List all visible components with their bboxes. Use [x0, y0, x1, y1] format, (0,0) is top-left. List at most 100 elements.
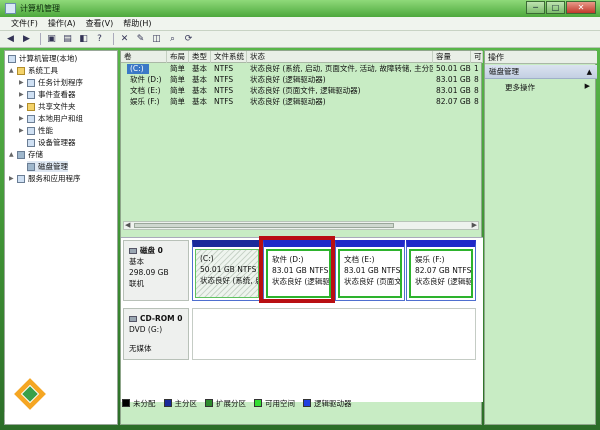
actions-section-disk-management[interactable]: 磁盘管理 ▲: [485, 65, 597, 79]
cdrom-icon: [129, 316, 137, 322]
partition-c[interactable]: (C:) 50.01 GB NTFS 状态良好 (系统, 启动: [192, 240, 262, 301]
expand-icon[interactable]: ▶: [9, 173, 15, 184]
menu-help[interactable]: 帮助(H): [118, 17, 156, 30]
column-header-layout[interactable]: 布局: [167, 51, 189, 63]
open-icon[interactable]: ◫: [150, 33, 163, 45]
collapse-up-icon[interactable]: ▲: [587, 65, 592, 79]
navigation-tree: 计算机管理(本地) ▲ 系统工具 ▶ 任务计划程序 ▶ 事件查看器 ▶ 共享文件…: [4, 50, 118, 425]
delete-icon[interactable]: ✕: [118, 33, 131, 45]
tree-item-shared-folders[interactable]: ▶ 共享文件夹: [19, 101, 76, 112]
volume-status: 状态良好 (页面文件, 逻辑驱动器): [250, 86, 361, 95]
partition-f[interactable]: 娱乐 (F:) 82.07 GB NTFS 状态良好 (逻辑驱: [406, 240, 476, 301]
cdrom-0-info[interactable]: CD-ROM 0 DVD (G:) 无媒体: [123, 308, 189, 360]
collapse-icon[interactable]: ▲: [9, 65, 15, 76]
column-header-volume[interactable]: 卷: [121, 51, 167, 63]
tree-item-label: 本地用户和组: [38, 114, 83, 123]
legend-swatch: [205, 399, 213, 407]
tree-item-event-viewer[interactable]: ▶ 事件查看器: [19, 89, 76, 100]
disk-0-info[interactable]: 磁盘 0 基本 298.09 GB 联机: [123, 240, 189, 301]
tree-item-label: 磁盘管理: [38, 162, 68, 171]
volume-type: 基本: [192, 86, 207, 95]
volume-capacity: 83.01 GB: [436, 86, 471, 95]
computer-management-window: 计算机管理 ─ □ ✕ 文件(F) 操作(A) 查看(V) 帮助(H) ◀ ▶ …: [0, 0, 600, 430]
minimize-button[interactable]: ─: [526, 1, 545, 14]
legend-label: 逻辑驱动器: [314, 398, 352, 408]
close-button[interactable]: ✕: [566, 1, 596, 14]
expand-icon[interactable]: ▶: [19, 113, 25, 124]
expand-icon[interactable]: ▶: [19, 101, 25, 112]
partition-status: 状态良好 (页面文件: [344, 277, 402, 286]
menu-bar: 文件(F) 操作(A) 查看(V) 帮助(H): [0, 17, 600, 31]
menu-view[interactable]: 查看(V): [81, 17, 119, 30]
disk-status: 联机: [129, 279, 144, 288]
tree-item-label: 存储: [28, 150, 43, 159]
volume-free: 1: [474, 64, 479, 73]
expand-icon[interactable]: ▶: [19, 125, 25, 136]
search-icon[interactable]: ⌕: [166, 33, 179, 45]
refresh-icon[interactable]: ⟳: [182, 33, 195, 45]
volume-row[interactable]: 软件 (D:) 简单 基本 NTFS 状态良好 (逻辑驱动器) 83.01 GB…: [121, 75, 483, 85]
tree-item-label: 设备管理器: [38, 138, 76, 147]
partition-name: (C:): [200, 254, 214, 263]
tree-item-local-users[interactable]: ▶ 本地用户和组: [19, 113, 83, 124]
expand-icon[interactable]: ▶: [19, 89, 25, 100]
app-icon: [5, 3, 16, 14]
volume-layout: 简单: [170, 64, 185, 73]
back-icon[interactable]: ◀: [4, 33, 17, 45]
legend: 未分配 主分区 扩展分区 可用空间 逻辑驱动器: [122, 396, 482, 410]
disk-layout-area: 磁盘 0 基本 298.09 GB 联机 (C:) 50.01 GB NTFS …: [121, 236, 483, 402]
scroll-right-icon[interactable]: ▶: [472, 221, 477, 229]
selection-highlight: [259, 236, 335, 303]
scroll-left-icon[interactable]: ◀: [125, 221, 130, 229]
maximize-button[interactable]: □: [546, 1, 565, 14]
legend-item: 未分配: [122, 398, 156, 409]
rename-icon[interactable]: ✎: [134, 33, 147, 45]
column-header-capacity[interactable]: 容量: [433, 51, 471, 63]
horizontal-scrollbar[interactable]: ◀ ▶: [123, 221, 479, 230]
volume-row[interactable]: (C:) 简单 基本 NTFS 状态良好 (系统, 启动, 页面文件, 活动, …: [121, 64, 483, 74]
tree-item-disk-management[interactable]: 磁盘管理: [27, 161, 68, 172]
menu-action[interactable]: 操作(A): [43, 17, 81, 30]
volume-filesystem: NTFS: [214, 86, 234, 95]
column-header-type[interactable]: 类型: [189, 51, 211, 63]
volume-row[interactable]: 娱乐 (F:) 简单 基本 NTFS 状态良好 (逻辑驱动器) 82.07 GB…: [121, 97, 483, 107]
tree-item-device-manager[interactable]: 设备管理器: [27, 137, 76, 148]
clock-icon: [27, 78, 35, 87]
expand-icon[interactable]: ▶: [19, 77, 25, 88]
partition-body: (C:) 50.01 GB NTFS 状态良好 (系统, 启动: [195, 249, 259, 298]
up-folder-icon[interactable]: ▣: [45, 33, 58, 45]
tree-item-computer-management[interactable]: 计算机管理(本地): [8, 53, 77, 64]
tree-item-task-scheduler[interactable]: ▶ 任务计划程序: [19, 77, 83, 88]
cdrom-type: DVD (G:): [129, 325, 163, 334]
volume-name: 文档 (E:): [130, 86, 161, 95]
partition-name: 娱乐 (F:): [415, 255, 445, 264]
column-header-filesystem[interactable]: 文件系统: [211, 51, 247, 63]
forward-icon[interactable]: ▶: [20, 33, 33, 45]
tree-item-storage[interactable]: ▲ 存储: [9, 149, 43, 160]
volume-name: 软件 (D:): [130, 75, 162, 84]
tree-item-system-tools[interactable]: ▲ 系统工具: [9, 65, 58, 76]
volume-free: 8: [474, 86, 479, 95]
tree-item-performance[interactable]: ▶ 性能: [19, 125, 53, 136]
tree-item-services[interactable]: ▶ 服务和应用程序: [9, 173, 81, 184]
help-icon[interactable]: ?: [93, 33, 106, 45]
partition-e[interactable]: 文档 (E:) 83.01 GB NTFS 状态良好 (页面文件: [335, 240, 405, 301]
cdrom-status: 无媒体: [129, 344, 152, 353]
volume-type: 基本: [192, 97, 207, 106]
column-header-free[interactable]: 可: [471, 51, 483, 63]
site-logo-text: bitsCN.com: [4, 410, 80, 423]
volume-status: 状态良好 (逻辑驱动器): [250, 75, 326, 84]
volume-status: 状态良好 (系统, 启动, 页面文件, 活动, 故障转储, 主分区): [250, 64, 433, 73]
window-title: 计算机管理: [20, 4, 60, 13]
partition-status: 状态良好 (系统, 启动: [200, 276, 258, 285]
more-actions-link[interactable]: 更多操作: [505, 82, 535, 93]
scroll-thumb[interactable]: [134, 223, 394, 228]
more-actions-arrow-icon[interactable]: ▶: [585, 82, 590, 90]
column-header-status[interactable]: 状态: [247, 51, 433, 63]
collapse-icon[interactable]: ▲: [9, 149, 15, 160]
menu-file[interactable]: 文件(F): [6, 17, 43, 30]
properties-icon[interactable]: ◧: [77, 33, 90, 45]
legend-swatch: [303, 399, 311, 407]
volume-row[interactable]: 文档 (E:) 简单 基本 NTFS 状态良好 (页面文件, 逻辑驱动器) 83…: [121, 86, 483, 96]
show-hide-tree-icon[interactable]: ▤: [61, 33, 74, 45]
